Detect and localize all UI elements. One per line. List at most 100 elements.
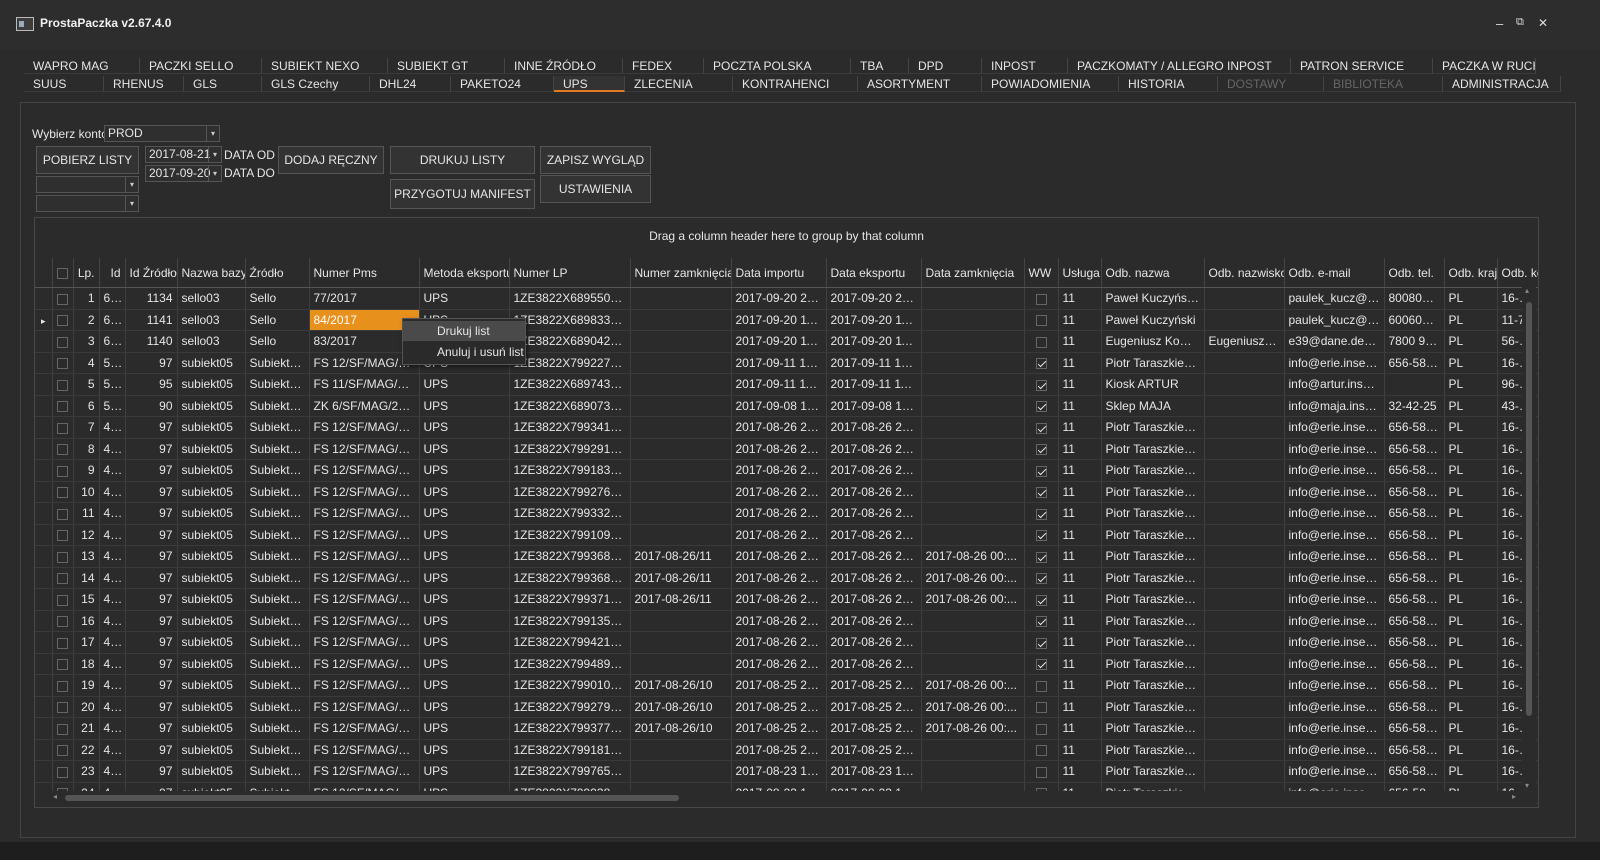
close-button[interactable]: ✕	[1538, 16, 1548, 30]
row-select-cell[interactable]	[52, 330, 74, 353]
cell-odb-tel[interactable]: 656-58-52	[1384, 739, 1445, 761]
tab-kontrahenci[interactable]: KONTRAHENCI	[733, 76, 858, 92]
cell-data-importu[interactable]: 2017-09-20 11:56	[731, 309, 827, 331]
cell-numer-zamkniecia[interactable]: 2017-08-26/11	[630, 588, 732, 611]
cell-zrodlo[interactable]: Subiekt GT	[245, 610, 310, 632]
table-row[interactable]: 20 481 97 subiekt05 Subiekt GT FS 12/SF/MAG/2…	[35, 696, 1538, 718]
cell-numer-lp[interactable]: 1ZE3822X7993417949	[509, 416, 631, 439]
row-select-checkbox[interactable]	[57, 336, 68, 348]
cell-numer-lp[interactable]: 1ZE3822X7992273963	[509, 352, 631, 374]
cell-id[interactable]: 479	[99, 739, 126, 761]
cell-odb-kraj[interactable]: PL	[1444, 739, 1498, 761]
cell-id-zrodlo[interactable]: 97	[125, 524, 178, 546]
cell-data-zamkniecia[interactable]	[921, 739, 1025, 761]
cell-ww[interactable]	[1024, 438, 1059, 460]
row-select-checkbox[interactable]	[57, 401, 68, 413]
row-select-cell[interactable]	[52, 373, 74, 396]
cell-zrodlo[interactable]: Sello	[245, 330, 310, 353]
cell-usluga[interactable]: 11	[1058, 739, 1102, 761]
row-select-checkbox[interactable]	[57, 422, 68, 434]
cell-lp[interactable]: 19	[73, 674, 100, 697]
cell-usluga[interactable]: 11	[1058, 330, 1102, 353]
cell-numer-pms[interactable]: FS 12/SF/MAG/2017	[309, 459, 420, 482]
cell-numer-zamkniecia[interactable]: 2017-08-26/10	[630, 696, 732, 718]
row-select-checkbox[interactable]	[57, 594, 68, 606]
cell-ww[interactable]	[1024, 309, 1059, 331]
cell-zrodlo[interactable]: Subiekt GT	[245, 739, 310, 761]
row-select-checkbox[interactable]	[57, 487, 68, 499]
cell-id[interactable]: 543	[99, 373, 126, 396]
cell-lp[interactable]: 9	[73, 459, 100, 482]
cell-metoda-eksportu[interactable]: UPS	[419, 567, 510, 589]
cell-odb-nazwisko[interactable]	[1204, 373, 1285, 396]
row-select-checkbox[interactable]	[57, 508, 68, 520]
cell-zrodlo[interactable]: Subiekt GT	[245, 352, 310, 374]
cell-odb-tel[interactable]: 6006006...	[1384, 309, 1445, 331]
cell-data-zamkniecia[interactable]: 2017-08-26 00:...	[921, 674, 1025, 697]
cell-ww[interactable]	[1024, 717, 1059, 740]
cell-id[interactable]: 491	[99, 481, 126, 503]
cell-data-importu[interactable]: 2017-08-26 20:47	[731, 481, 827, 503]
row-select-checkbox[interactable]	[57, 315, 68, 327]
cell-id[interactable]: 544	[99, 352, 126, 374]
cell-odb-e-mail[interactable]: e39@dane.demo	[1284, 330, 1385, 353]
cell-id-zrodlo[interactable]: 97	[125, 459, 178, 482]
column-header-zrodlo[interactable]: Źródło	[245, 258, 310, 288]
cell-odb-kraj[interactable]: PL	[1444, 438, 1498, 460]
cell-metoda-eksportu[interactable]: UPS	[419, 760, 510, 783]
column-header-odb-e-mail[interactable]: Odb. e-mail	[1284, 258, 1385, 288]
cell-zrodlo[interactable]: Subiekt GT	[245, 481, 310, 503]
cell-ww[interactable]	[1024, 481, 1059, 503]
cell-id[interactable]: 493	[99, 438, 126, 460]
cell-numer-lp[interactable]: 1ZE3822X7993776758	[509, 717, 631, 740]
row-select-checkbox[interactable]	[57, 723, 68, 735]
cell-odb-tel[interactable]: 656-58-52	[1384, 545, 1445, 568]
cell-data-importu[interactable]: 2017-08-26 21:29	[731, 438, 827, 460]
cell-numer-lp[interactable]: 1ZE3822X7991092893	[509, 524, 631, 546]
ww-checkbox[interactable]	[1035, 680, 1047, 692]
column-header-data-importu[interactable]: Data importu	[731, 258, 827, 288]
cell-odb-e-mail[interactable]: info@erie.insert.pl	[1284, 481, 1385, 503]
cell-metoda-eksportu[interactable]: UPS	[419, 438, 510, 460]
cell-odb-nazwa[interactable]: Piotr Taraszkiewicz	[1101, 760, 1205, 783]
tab-gls[interactable]: GLS	[184, 76, 262, 92]
cell-odb-e-mail[interactable]: paulek_kucz@da...	[1284, 287, 1385, 310]
cell-numer-zamkniecia[interactable]	[630, 330, 732, 353]
cell-id-zrodlo[interactable]: 97	[125, 481, 178, 503]
cell-data-zamkniecia[interactable]	[921, 309, 1025, 331]
cell-numer-zamkniecia[interactable]	[630, 610, 732, 632]
row-indicator-cell[interactable]	[35, 287, 53, 310]
ww-checkbox[interactable]	[1035, 530, 1047, 542]
cell-odb-nazwisko[interactable]	[1204, 588, 1285, 611]
settings-button[interactable]: USTAWIENIA	[540, 175, 651, 203]
tab-gls-czechy[interactable]: GLS Czechy	[262, 76, 370, 92]
table-row[interactable]: 22 479 97 subiekt05 Subiekt GT FS 12/SF/MAG/2…	[35, 739, 1538, 761]
cell-data-zamkniecia[interactable]	[921, 330, 1025, 353]
cell-odb-tel[interactable]: 656-58-52	[1384, 416, 1445, 439]
cell-numer-zamkniecia[interactable]	[630, 760, 732, 783]
cell-data-eksportu[interactable]: 2017-08-26 20:42	[826, 502, 922, 525]
cell-zrodlo[interactable]: Sello	[245, 309, 310, 331]
ww-checkbox[interactable]	[1035, 379, 1047, 391]
row-indicator-cell[interactable]	[35, 416, 53, 439]
cell-data-eksportu[interactable]: 2017-08-26 20:40	[826, 524, 922, 546]
cell-lp[interactable]: 21	[73, 717, 100, 740]
cell-metoda-eksportu[interactable]: UPS	[419, 373, 510, 396]
row-indicator-cell[interactable]	[35, 545, 53, 568]
filter-select-1[interactable]: ▾	[36, 176, 139, 193]
cell-odb-kraj[interactable]: PL	[1444, 309, 1498, 331]
cell-odb-tel[interactable]: 656-58-52	[1384, 631, 1445, 654]
tab-suus[interactable]: SUUS	[24, 76, 104, 92]
tab-ups[interactable]: UPS	[554, 76, 625, 92]
row-select-cell[interactable]	[52, 287, 74, 310]
table-row[interactable]: ▸26091141sello03Sello84/2017UPS1ZE3822X6…	[35, 309, 1538, 331]
cell-odb-nazwisko[interactable]	[1204, 416, 1285, 439]
cell-ww[interactable]	[1024, 459, 1059, 482]
cell-odb-kraj[interactable]: PL	[1444, 653, 1498, 675]
cell-id-zrodlo[interactable]: 1141	[125, 309, 178, 331]
cell-lp[interactable]: 1	[73, 287, 100, 310]
cell-id[interactable]: 486	[99, 588, 126, 611]
tab-poczta-polska[interactable]: POCZTA POLSKA	[704, 58, 851, 74]
restore-button[interactable]: ⧉	[1516, 16, 1524, 29]
row-indicator-cell[interactable]	[35, 631, 53, 654]
